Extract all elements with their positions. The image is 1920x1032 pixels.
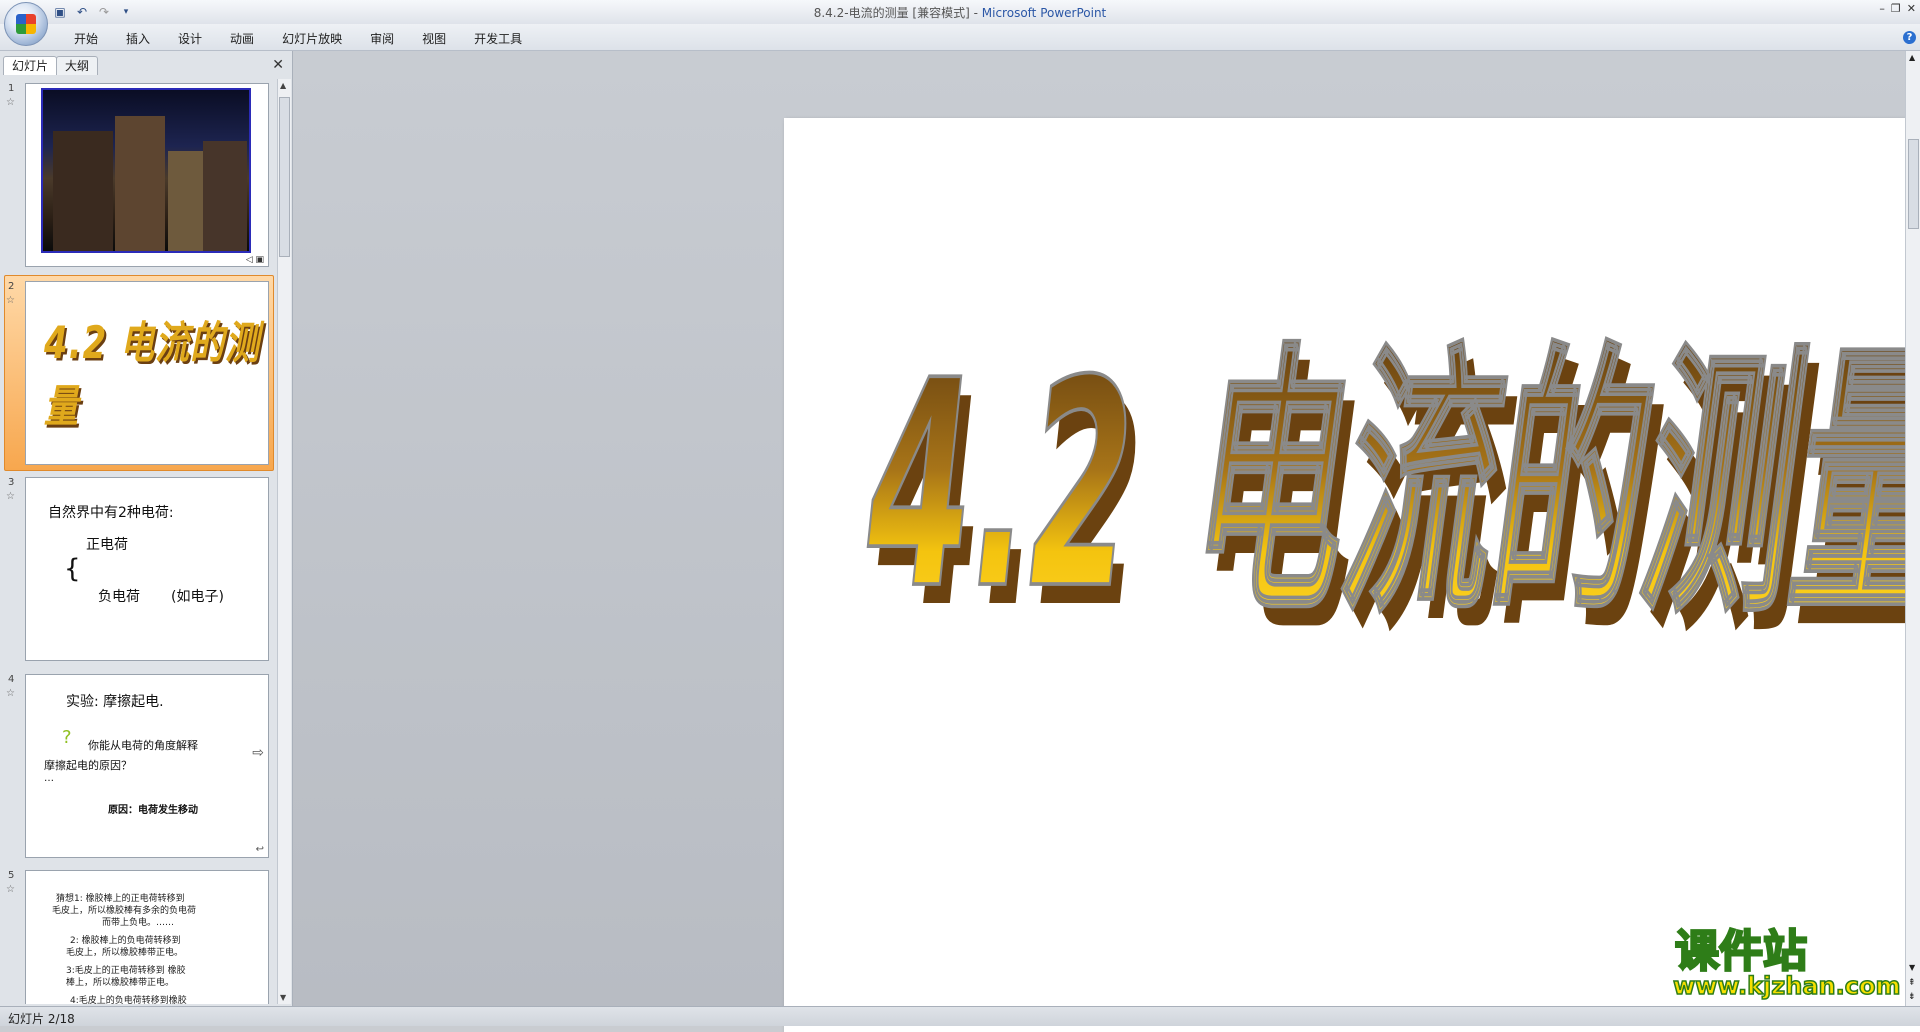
watermark-title: 课件站 — [1675, 926, 1807, 977]
slide-preview: 自然界中有2种电荷: 正电荷 { 负电荷 (如电子) — [25, 477, 269, 661]
slide-number: 2 — [8, 281, 15, 292]
prev-slide-icon[interactable]: ⇞ — [1908, 978, 1916, 988]
star-icon: ☆ — [6, 97, 15, 108]
scroll-thumb[interactable] — [1908, 139, 1919, 229]
slide-number: 4 — [8, 674, 15, 685]
slide-text: 原因：电荷发生移动 — [108, 805, 198, 816]
star-icon: ☆ — [6, 884, 15, 895]
title-bar: ▣ ↶ ↷ ▾ 8.4.2-电流的测量 [兼容模式] - Microsoft P… — [0, 0, 1920, 46]
slide-text: (如电子) — [171, 589, 224, 605]
slide-title-wordart: 4.2 电流的测量 — [44, 317, 261, 434]
tab-outline[interactable]: 大纲 — [56, 56, 99, 75]
slide-preview: 猜想1: 橡胶棒上的正电荷转移到 毛皮上，所以橡胶棒有多余的负电荷 而带上负电。… — [25, 870, 269, 1004]
tab-design[interactable]: 设计 — [164, 30, 216, 47]
pane-tabs: 幻灯片 大纲 ✕ — [0, 54, 292, 75]
watermark-url: www.kjzhan.com — [1673, 972, 1900, 1000]
restore-button[interactable]: ❐ — [1891, 2, 1901, 15]
media-icon: ◁ ▣ — [245, 255, 264, 265]
app-name: Microsoft PowerPoint — [981, 6, 1107, 20]
workspace-scrollbar[interactable]: ▲ ▼ ⇞ ⇟ — [1905, 51, 1920, 1006]
window-title: 8.4.2-电流的测量 [兼容模式] - Microsoft PowerPoin… — [0, 4, 1920, 21]
tab-review[interactable]: 审阅 — [356, 30, 408, 47]
tab-home[interactable]: 开始 — [60, 30, 112, 47]
star-icon: ☆ — [6, 295, 15, 306]
star-icon: ☆ — [6, 491, 15, 502]
ribbon-tabs: 开始 插入 设计 动画 幻灯片放映 审阅 视图 开发工具 — [60, 30, 536, 47]
tab-animations[interactable]: 动画 — [216, 30, 268, 47]
office-button[interactable] — [4, 2, 48, 46]
slide-text: 棒上，所以橡胶棒带正电。 — [66, 978, 175, 988]
slide-thumbnails: 1 ☆ ◁ ▣ 2 ☆ 4.2 电流的测量 3 ☆ 自然界中有2种电荷: 正电荷… — [0, 79, 276, 1004]
slide-text: 实验: 摩擦起电. — [66, 694, 164, 710]
slide-preview: ◁ ▣ — [25, 83, 269, 267]
slide-title-wordart[interactable]: 4.2 电流的测量 4.2 电流的测量 — [864, 298, 1920, 698]
slide-preview: 4.2 电流的测量 — [25, 281, 269, 465]
tab-slides[interactable]: 幻灯片 — [3, 56, 58, 75]
slide-text: 负电荷 — [98, 589, 140, 605]
wordart-face: 4.2 电流的测量 — [867, 320, 1920, 652]
scroll-down-icon[interactable]: ▼ — [1909, 963, 1915, 972]
slide-workspace: 4.2 电流的测量 4.2 电流的测量 — [293, 51, 1920, 1032]
scroll-thumb[interactable] — [279, 97, 290, 257]
night-street-photo — [41, 88, 251, 253]
status-bar: 幻灯片 2/18 — [0, 1006, 1920, 1026]
scroll-up-icon[interactable]: ▲ — [1909, 53, 1915, 62]
arrow-right-icon: ⇨ — [252, 745, 264, 761]
close-icon[interactable]: ✕ — [272, 57, 284, 73]
watermark-logo: 课件站 www.kjzhan.com — [1672, 925, 1901, 1000]
slide-text: 4:毛皮上的负电荷转移到橡胶 — [70, 996, 187, 1004]
slide-preview: 实验: 摩擦起电. ? 你能从电荷的角度解释 摩擦起电的原因？ … 原因：电荷发… — [25, 674, 269, 858]
close-button[interactable]: ✕ — [1907, 2, 1916, 15]
link-icon: ↩ — [255, 844, 264, 855]
window-controls: – ❐ ✕ — [1879, 2, 1916, 15]
slide-text: 而带上负电。…… — [102, 918, 175, 928]
tab-insert[interactable]: 插入 — [112, 30, 164, 47]
slide-text: 毛皮上，所以橡胶棒带正电。 — [66, 948, 184, 958]
tab-developer[interactable]: 开发工具 — [460, 30, 536, 47]
document-name: 8.4.2-电流的测量 [兼容模式] — [813, 6, 970, 20]
title-separator: - — [973, 6, 978, 20]
brace-symbol: { — [64, 554, 81, 584]
slide-counter: 幻灯片 2/18 — [8, 1012, 75, 1026]
thumbnail-scrollbar[interactable]: ▲ ▼ — [277, 79, 291, 1004]
help-icon[interactable]: ? — [1903, 31, 1916, 44]
slide-text: 你能从电荷的角度解释 — [88, 739, 198, 752]
slide-number: 3 — [8, 477, 15, 488]
ribbon: 开始 插入 设计 动画 幻灯片放映 审阅 视图 开发工具 ? — [0, 24, 1920, 51]
tab-view[interactable]: 视图 — [408, 30, 460, 47]
slide-text: 自然界中有2种电荷: — [48, 505, 174, 521]
star-icon: ☆ — [6, 688, 15, 699]
minimize-button[interactable]: – — [1879, 2, 1885, 15]
slide-text: 摩擦起电的原因？ — [44, 759, 132, 772]
question-mark: ? — [62, 727, 72, 748]
scroll-up-icon[interactable]: ▲ — [280, 81, 286, 90]
slide-text: 正电荷 — [86, 537, 128, 553]
slide-number: 1 — [8, 83, 15, 94]
tab-slideshow[interactable]: 幻灯片放映 — [268, 30, 356, 47]
slides-pane: 幻灯片 大纲 ✕ 1 ☆ ◁ ▣ 2 ☆ 4.2 电流的测量 3 ☆ 自然界中有… — [0, 51, 293, 1006]
slide-text: … — [44, 773, 54, 784]
office-logo-icon — [16, 14, 36, 34]
slide-canvas[interactable]: 4.2 电流的测量 4.2 电流的测量 — [784, 118, 1920, 1032]
next-slide-icon[interactable]: ⇟ — [1908, 992, 1916, 1002]
scroll-down-icon[interactable]: ▼ — [280, 993, 286, 1002]
slide-number: 5 — [8, 870, 15, 881]
